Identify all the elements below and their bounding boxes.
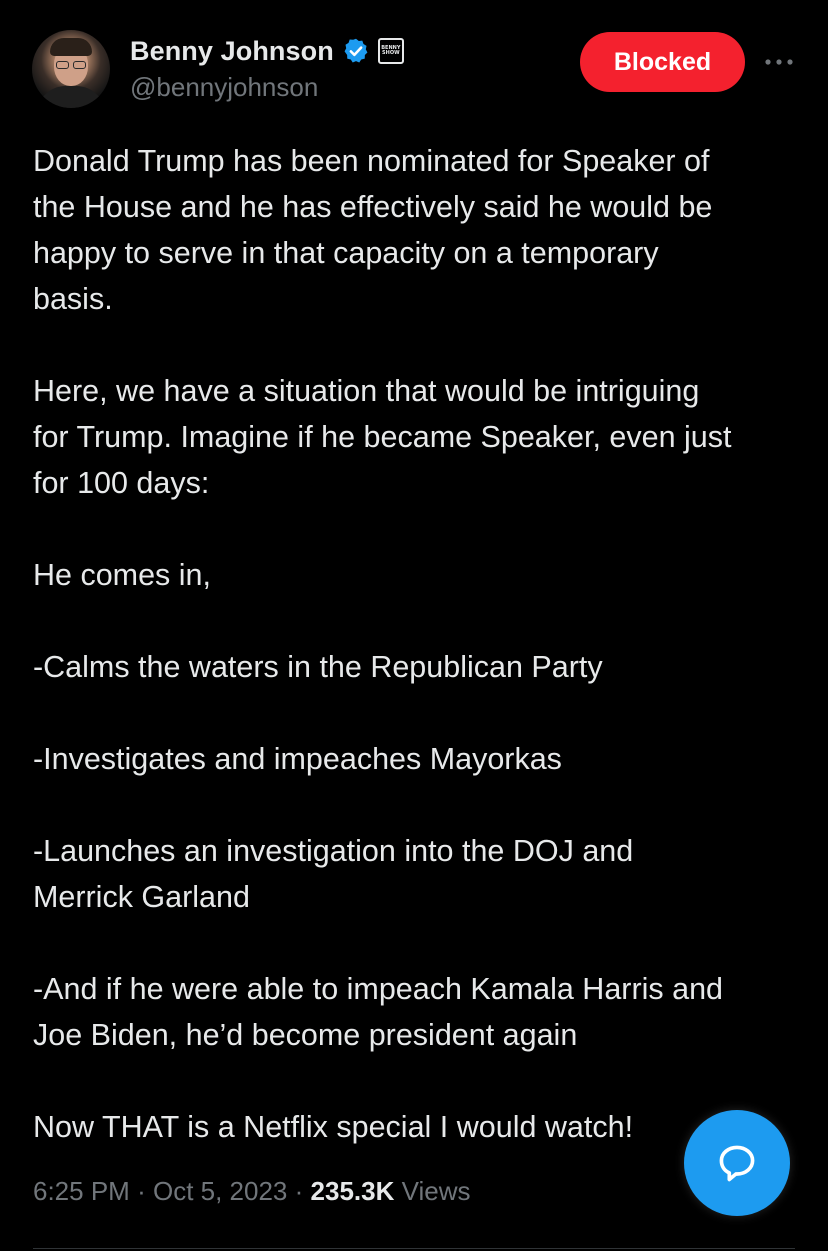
compose-reply-icon [719, 1145, 755, 1182]
divider [33, 1248, 795, 1249]
verified-badge-icon[interactable] [342, 37, 370, 65]
tweet-paragraph: -Investigates and impeaches Mayorkas [33, 742, 562, 776]
tweet-paragraph: Here, we have a situation that would be … [33, 374, 732, 500]
tweet-time[interactable]: 6:25 PM [33, 1176, 130, 1206]
user-handle[interactable]: @bennyjohnson [130, 72, 318, 103]
avatar-hair [50, 38, 92, 56]
more-dots-icon[interactable] [758, 44, 800, 80]
meta-separator: · [137, 1176, 146, 1206]
tweet-date[interactable]: Oct 5, 2023 [153, 1176, 287, 1206]
avatar-shirt [36, 86, 106, 108]
tweet-paragraph: -And if he were able to impeach Kamala H… [33, 972, 723, 1052]
tweet-paragraph: -Launches an investigation into the DOJ … [33, 834, 634, 914]
tweet-header: Benny Johnson BENNY SHOW @bennyjohnson B… [0, 0, 828, 130]
avatar-glasses [54, 61, 88, 69]
tweet-meta: 6:25 PM · Oct 5, 2023 · 235.3K Views [33, 1176, 471, 1207]
affiliate-badge-icon[interactable]: BENNY SHOW [377, 38, 404, 64]
views-label: Views [401, 1176, 471, 1206]
tweet-paragraph: Donald Trump has been nominated for Spea… [33, 144, 713, 316]
views-count: 235.3K [310, 1176, 395, 1206]
meta-separator: · [294, 1176, 304, 1206]
blocked-button[interactable]: Blocked [580, 32, 745, 92]
compose-reply-button[interactable] [684, 1110, 790, 1216]
name-row: Benny Johnson BENNY SHOW [130, 34, 404, 68]
tweet-text: Donald Trump has been nominated for Spea… [33, 138, 803, 1150]
tweet-paragraph: -Calms the waters in the Republican Part… [33, 650, 603, 684]
display-name[interactable]: Benny Johnson [130, 36, 334, 67]
avatar[interactable] [32, 30, 110, 108]
tweet-paragraph: He comes in, [33, 558, 211, 592]
